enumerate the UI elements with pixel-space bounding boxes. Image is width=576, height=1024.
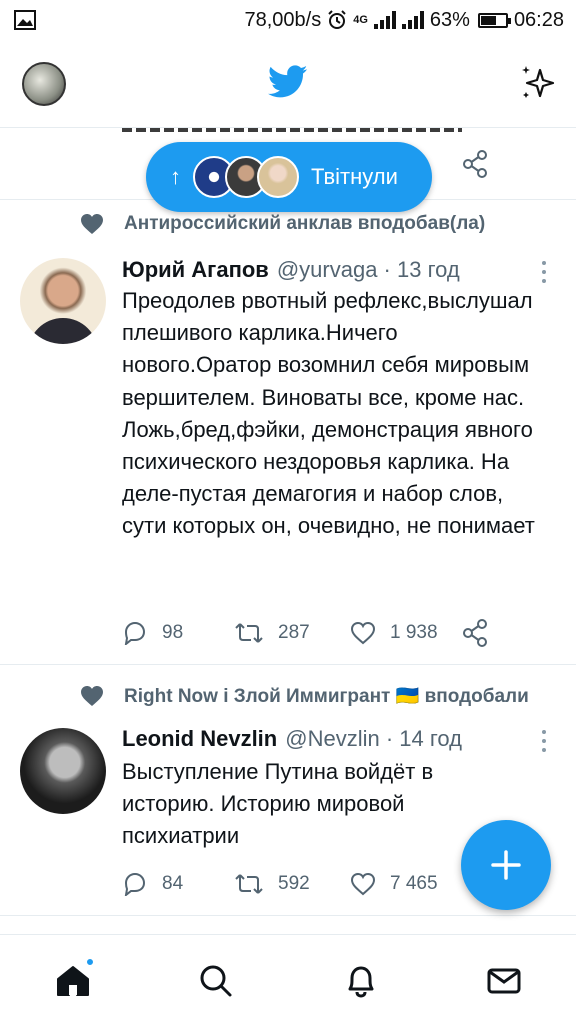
reply-count: 98 <box>162 622 184 643</box>
like-count: 1 938 <box>390 622 438 643</box>
home-notification-dot <box>85 957 95 967</box>
compose-tweet-button[interactable] <box>461 820 551 910</box>
home-icon <box>57 966 89 996</box>
tweet-text: Выступление Путина войдёт в историю. Ист… <box>122 759 434 849</box>
battery-percent: 63% <box>429 8 470 31</box>
network-speed: 78,00b/s <box>244 8 322 31</box>
battery-level <box>480 15 497 25</box>
like-button[interactable]: 1 938 <box>350 621 462 645</box>
author-name[interactable]: Юрий Агапов <box>122 257 269 283</box>
clock: 06:28 <box>513 8 564 31</box>
reply-button[interactable]: 98 <box>122 621 234 645</box>
share-icon <box>463 619 487 647</box>
signal-icon <box>373 11 396 29</box>
retweet-count: 287 <box>278 622 310 643</box>
heart-icon <box>350 872 376 896</box>
social-context: Right Now і Злой Иммигрант 🇺🇦 вподобали <box>80 684 529 708</box>
social-context: Антироссийский анклав вподобав(ла) <box>80 213 485 235</box>
meta-separator: · <box>379 726 400 751</box>
nav-notifications[interactable] <box>341 961 381 1001</box>
author-name[interactable]: Leonid Nevzlin <box>122 726 277 752</box>
avatar[interactable] <box>20 728 106 814</box>
tweet-header: Юрий Агапов @yurvaga · 13 год <box>122 257 460 283</box>
reply-icon <box>124 872 146 896</box>
tweet[interactable]: Антироссийский анклав вподобав(ла) Юрий … <box>0 201 576 665</box>
retweet-button[interactable]: 287 <box>234 622 350 644</box>
meta-separator: · <box>377 257 397 282</box>
heart-filled-icon <box>81 686 103 706</box>
arrow-up-icon: ↑ <box>170 164 181 189</box>
status-bar: 78,00b/s 4G 63% 06:28 <box>0 0 576 40</box>
tweet-time: 14 год <box>399 726 462 751</box>
social-context-text: Right Now і Злой Иммигрант 🇺🇦 вподобали <box>124 686 529 707</box>
author-handle[interactable]: @yurvaga <box>277 257 378 283</box>
share-icon[interactable] <box>462 150 488 178</box>
sparkle-icon[interactable] <box>518 62 558 102</box>
signal-icon-2 <box>401 11 424 29</box>
tweet-time: 13 год <box>397 257 460 282</box>
retweet-button[interactable]: 592 <box>234 873 350 895</box>
compose-plus-icon <box>491 850 521 880</box>
reply-icon <box>124 621 146 645</box>
more-options-icon[interactable] <box>542 730 548 757</box>
pill-label: Твітнули <box>311 164 398 189</box>
tweet-actions: 84 592 7 465 <box>122 872 462 896</box>
heart-filled-icon <box>81 214 103 234</box>
network-type: 4G <box>353 14 368 26</box>
notifications-bell-icon <box>348 966 374 998</box>
like-button[interactable]: 7 465 <box>350 872 462 896</box>
avatar-suit <box>28 318 98 344</box>
share-button[interactable] <box>462 619 502 647</box>
tweet-header: Leonid Nevzlin @Nevzlin · 14 год <box>122 726 462 752</box>
avatar[interactable] <box>20 258 106 344</box>
author-handle[interactable]: @Nevzlin <box>285 726 379 752</box>
nav-home[interactable] <box>53 957 95 1001</box>
battery-icon <box>477 12 511 28</box>
nav-search[interactable] <box>196 961 236 1001</box>
reply-button[interactable]: 84 <box>122 872 234 896</box>
tweet-text: Преодолев рвотный рефлекс,выслушал плеши… <box>122 288 535 539</box>
like-count: 7 465 <box>390 873 438 894</box>
alarm-icon <box>328 10 346 29</box>
retweet-icon <box>235 874 263 894</box>
heart-icon <box>350 621 376 645</box>
search-icon <box>200 965 232 997</box>
bottom-navigation <box>0 934 576 1024</box>
gallery-notification-icon <box>14 10 36 30</box>
reply-count: 84 <box>162 873 184 894</box>
retweet-count: 592 <box>278 873 310 894</box>
profile-avatar[interactable] <box>22 62 66 106</box>
retweet-icon <box>235 623 263 643</box>
twitter-bird-icon[interactable] <box>268 64 308 100</box>
nav-messages[interactable] <box>484 961 524 1001</box>
pill-avatar-woman <box>257 156 299 198</box>
more-options-icon[interactable] <box>542 261 548 288</box>
tweet-actions: 98 287 1 938 <box>122 619 502 647</box>
pill-avatars <box>193 156 299 198</box>
app-header <box>0 40 576 128</box>
partial-tweet-text <box>122 128 462 132</box>
messages-mail-icon <box>487 968 521 994</box>
social-context-text: Антироссийский анклав вподобав(ла) <box>124 213 486 234</box>
